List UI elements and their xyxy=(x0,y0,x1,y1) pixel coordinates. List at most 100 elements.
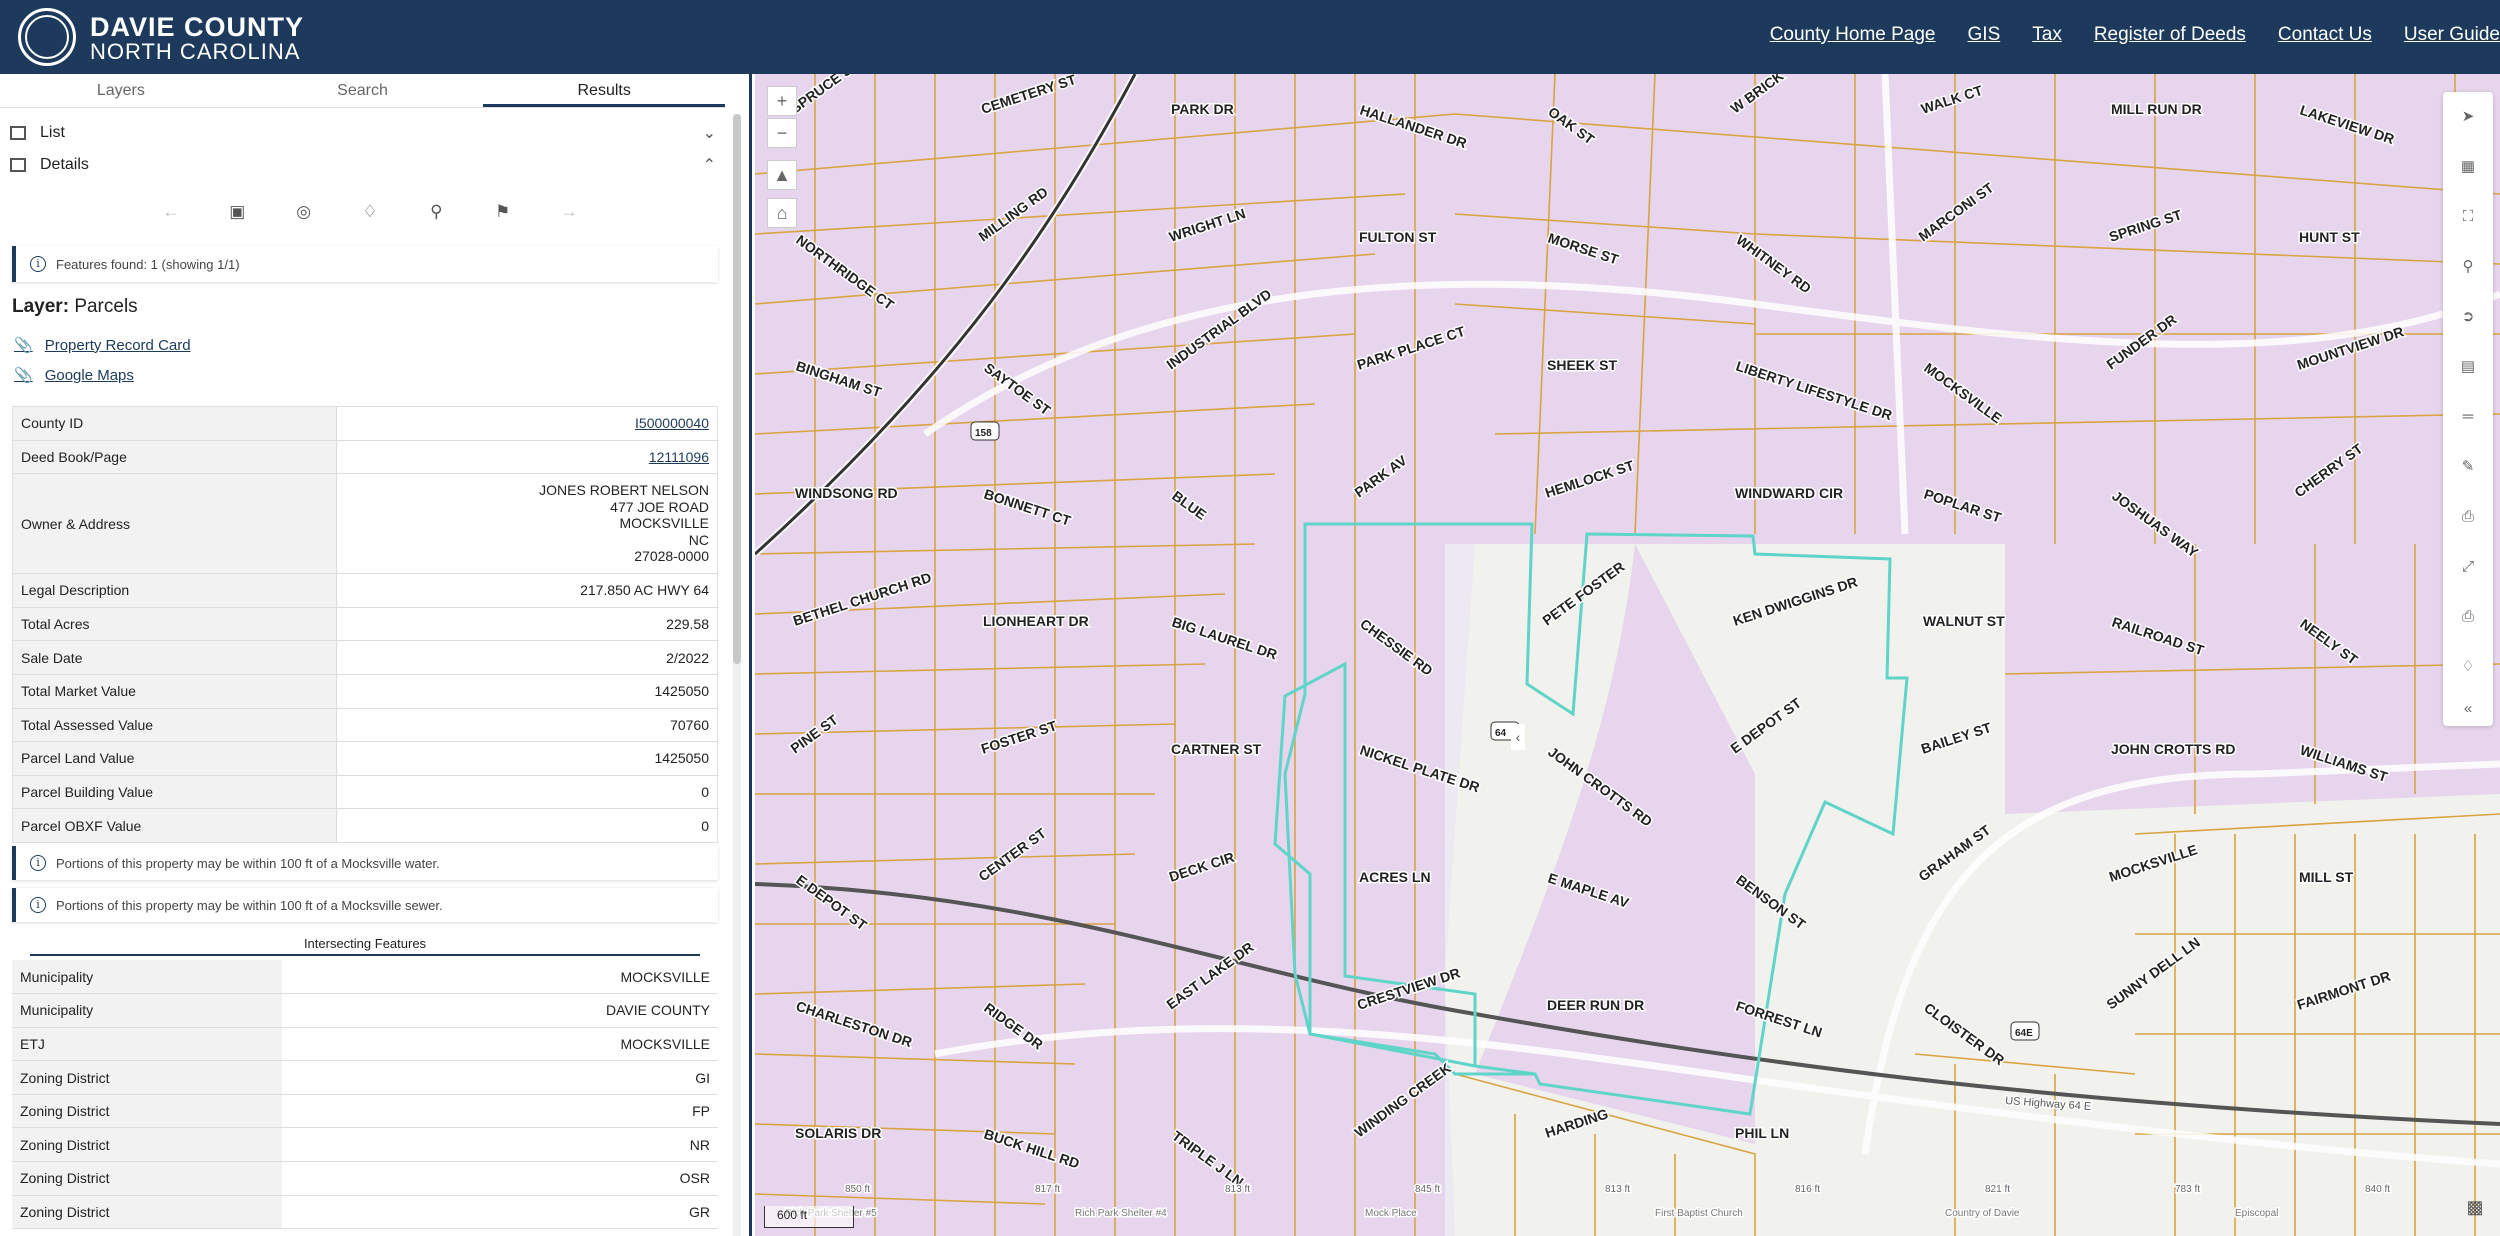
attr-key: Total Acres xyxy=(12,606,337,642)
attr-value: 217.850 AC HWY 64 xyxy=(336,573,718,608)
street-label: WINDSONG RD xyxy=(795,485,898,501)
previous-arrow-icon[interactable]: ← xyxy=(160,202,182,222)
feature-key: Municipality xyxy=(12,960,282,995)
google-maps-link[interactable]: 📎 Google Maps xyxy=(14,366,134,385)
property-record-card-link[interactable]: 📎 Property Record Card xyxy=(14,336,191,355)
nav-user-guide[interactable]: User Guide xyxy=(2404,24,2500,46)
info-icon: i xyxy=(30,855,46,871)
table-row: ETJ MOCKSVILLE xyxy=(12,1027,718,1062)
accordion-list[interactable]: List ⌄ xyxy=(10,118,720,148)
home-button[interactable]: ⌂ xyxy=(767,198,797,228)
zoom-in-button[interactable]: + xyxy=(767,86,797,116)
compass-icon[interactable]: ▲ xyxy=(767,160,797,190)
attr-key: Legal Description xyxy=(12,573,337,608)
attr-key: Parcel Building Value xyxy=(12,774,337,810)
county-seal-logo[interactable] xyxy=(18,8,76,66)
top-nav: County Home Page GIS Tax Register of Dee… xyxy=(1770,24,2500,46)
street-label: LIONHEART DR xyxy=(983,613,1089,629)
elevation-label: 821 ft xyxy=(1985,1184,2010,1195)
map-view[interactable]: SPRUCE ST CEMETERY ST PARK DR HALLANDER DR O… xyxy=(755,74,2500,1236)
table-row: Zoning District GR xyxy=(12,1195,718,1230)
measure-icon[interactable]: ═ xyxy=(2457,406,2479,428)
print-layout-icon[interactable]: ▤ xyxy=(2457,356,2479,378)
buffer-icon[interactable]: ◎ xyxy=(293,202,315,222)
select-pointer-icon[interactable]: ➤ xyxy=(2457,106,2479,128)
feature-key: Zoning District xyxy=(12,1195,282,1230)
nav-contact-us[interactable]: Contact Us xyxy=(2278,24,2372,46)
sidebar-scrollbar[interactable] xyxy=(733,114,741,1236)
scroll-thumb[interactable] xyxy=(733,114,741,664)
draw-icon[interactable]: ✎ xyxy=(2457,456,2479,478)
feature-value: GR xyxy=(282,1195,718,1230)
street-label: DEER RUN DR xyxy=(1547,997,1644,1013)
feature-value: OSR xyxy=(282,1161,718,1196)
layer-title: Layer: Parcels xyxy=(12,296,138,318)
table-row: Parcel Building Value 0 xyxy=(12,774,718,810)
zoom-out-button[interactable]: − xyxy=(767,118,797,148)
elevation-label: 816 ft xyxy=(1795,1184,1820,1195)
nav-county-home[interactable]: County Home Page xyxy=(1770,24,1936,46)
select-area-icon[interactable]: ▦ xyxy=(2457,156,2479,178)
tab-search[interactable]: Search xyxy=(242,74,484,107)
attr-key: Owner & Address xyxy=(12,473,337,575)
info-icon: i xyxy=(30,256,46,272)
accordion-details-label: Details xyxy=(40,156,89,173)
export-icon[interactable]: ⎙ xyxy=(2457,606,2479,628)
attr-key: Deed Book/Page xyxy=(12,439,337,475)
attr-value: 229.58 xyxy=(336,606,718,642)
attr-value: 2/2022 xyxy=(336,640,718,675)
street-label: SOLARIS DR xyxy=(795,1125,881,1141)
attr-value: 0 xyxy=(336,808,718,843)
qr-code-icon[interactable]: ▩ xyxy=(2464,1196,2486,1218)
fullscreen-icon[interactable]: ⛶ xyxy=(2457,206,2479,228)
attr-key: Sale Date xyxy=(12,640,337,675)
bookmark-icon[interactable]: ⚑ xyxy=(492,202,514,222)
route-shield-label: 64 xyxy=(1495,728,1507,739)
layer-label: Layer: xyxy=(12,296,70,317)
map-canvas[interactable]: SPRUCE ST CEMETERY ST PARK DR HALLANDER DR O… xyxy=(755,74,2500,1236)
accordion-details[interactable]: Details ⌃ xyxy=(10,150,720,180)
nav-register-of-deeds[interactable]: Register of Deeds xyxy=(2094,24,2246,46)
next-arrow-icon[interactable]: → xyxy=(558,202,580,222)
expand-icon[interactable]: ⤢ xyxy=(2457,556,2479,578)
street-label: MILL ST xyxy=(2299,869,2354,885)
collapse-sidebar-button[interactable]: ‹ xyxy=(1511,724,1525,750)
nav-gis[interactable]: GIS xyxy=(1968,24,2001,46)
county-id-link[interactable]: I500000040 xyxy=(635,415,709,431)
divider xyxy=(30,954,700,956)
tag-icon[interactable]: ♢ xyxy=(359,202,381,222)
features-found-text: Features found: 1 (showing 1/1) xyxy=(56,256,240,272)
tab-layers[interactable]: Layers xyxy=(0,74,242,107)
navigation-icon[interactable]: ➲ xyxy=(2457,306,2479,328)
collapse-tools-icon[interactable]: « xyxy=(2457,698,2479,720)
street-label: PARK DR xyxy=(1171,101,1234,117)
table-row: Total Assessed Value 70760 xyxy=(12,707,718,743)
paperclip-icon: 📎 xyxy=(14,337,33,354)
zoom-to-icon[interactable]: ▣ xyxy=(226,202,248,222)
attr-key: Parcel Land Value xyxy=(12,741,337,776)
location-pin-icon[interactable]: ⚲ xyxy=(2457,256,2479,278)
print-icon[interactable]: ⎙ xyxy=(2457,506,2479,528)
water-note: i Portions of this property may be withi… xyxy=(12,846,718,880)
poi-label: Rich Park Shelter #4 xyxy=(1075,1208,1167,1219)
nav-tax[interactable]: Tax xyxy=(2032,24,2062,46)
table-row: Zoning District NR xyxy=(12,1127,718,1163)
feature-value: MOCKSVILLE xyxy=(282,1027,718,1062)
feature-value: DAVIE COUNTY xyxy=(282,993,718,1028)
tag-icon[interactable]: ♢ xyxy=(2457,656,2479,678)
map-scale-bar: 600 ft xyxy=(764,1206,854,1228)
attr-key: Total Market Value xyxy=(12,673,337,709)
details-icon xyxy=(10,158,26,172)
table-row: Sale Date 2/2022 xyxy=(12,640,718,675)
intersecting-features-table: Municipality MOCKSVILLE Municipality DAVIE… xyxy=(12,960,718,1230)
deed-book-link[interactable]: 12111096 xyxy=(649,449,709,465)
elevation-label: 817 ft xyxy=(1035,1184,1060,1195)
table-row: Municipality DAVIE COUNTY xyxy=(12,993,718,1028)
tab-results[interactable]: Results xyxy=(483,74,726,107)
feature-key: Zoning District xyxy=(12,1094,282,1129)
feature-value: MOCKSVILLE xyxy=(282,960,718,995)
search-icon[interactable]: ⚲ xyxy=(425,202,447,222)
street-label: WINDWARD CIR xyxy=(1735,485,1843,501)
brand-title: DAVIE COUNTY xyxy=(90,12,305,42)
results-toolbar: ← ▣ ◎ ♢ ⚲ ⚑ → xyxy=(160,202,580,222)
